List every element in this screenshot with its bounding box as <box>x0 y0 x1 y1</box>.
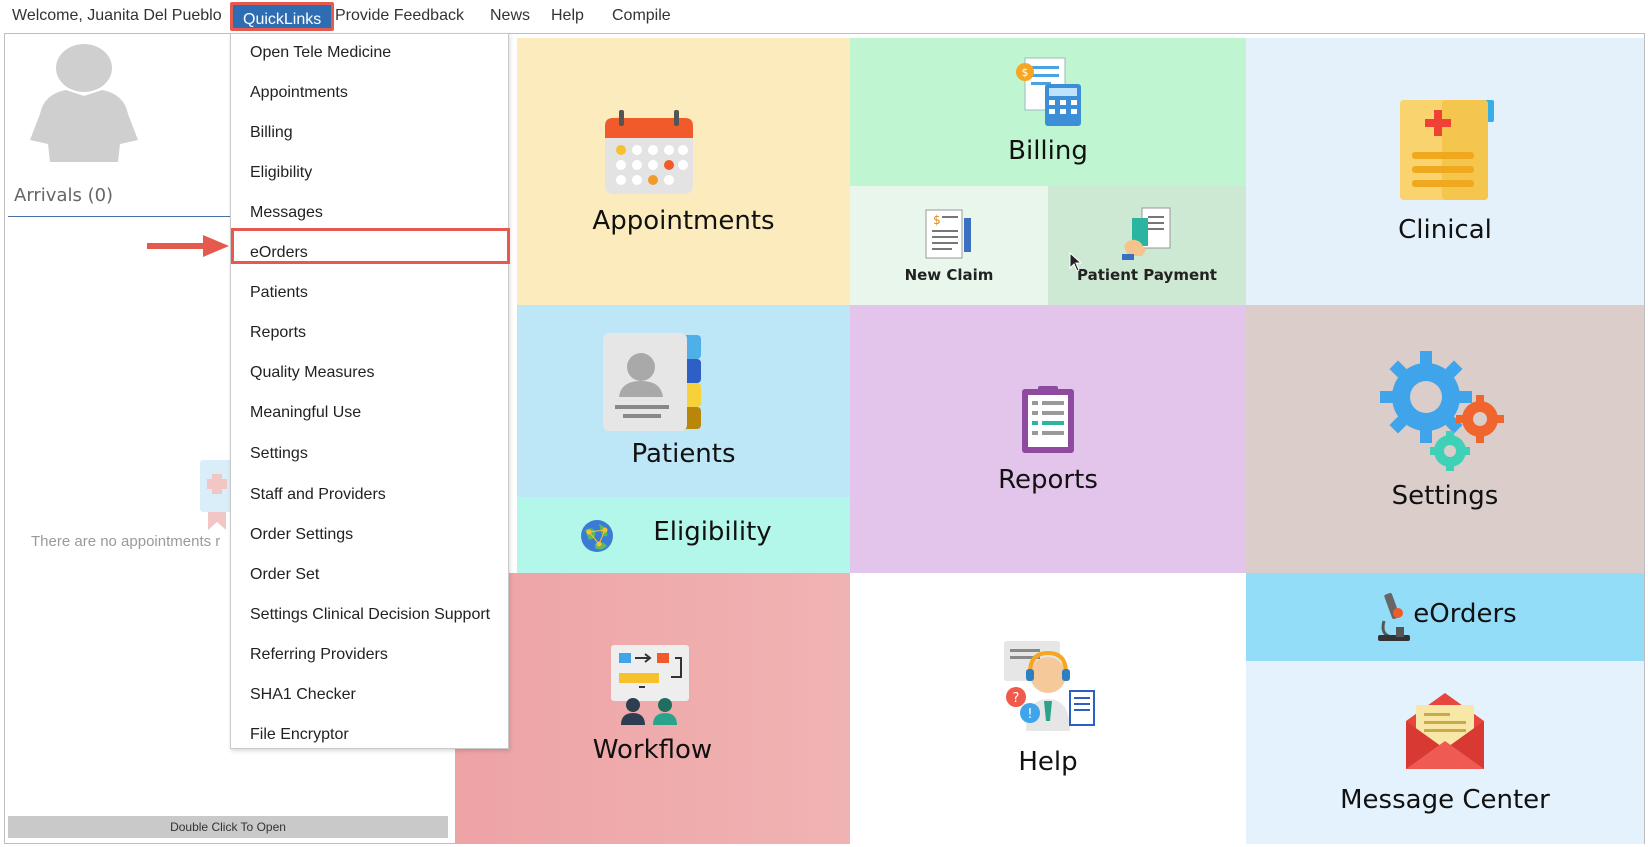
appointments-tile[interactable]: Appointments <box>517 38 850 305</box>
billing-calculator-icon: $ <box>1016 57 1081 126</box>
message-center-label: Message Center <box>1340 785 1550 815</box>
reports-clipboard-icon <box>1022 386 1074 453</box>
quicklinks-dropdown: Open Tele Medicine Appointments Billing … <box>230 33 509 749</box>
billing-tile[interactable]: $ Billing <box>850 38 1246 186</box>
top-menu-bar: Welcome, Juanita Del Pueblo QuickLinks P… <box>0 0 1648 32</box>
patient-payment-tile[interactable]: Patient Payment <box>1048 186 1246 305</box>
menu-item-reports[interactable]: Reports <box>250 318 306 348</box>
svg-text:$: $ <box>933 213 941 227</box>
workflow-label: Workflow <box>592 735 713 765</box>
compile-link[interactable]: Compile <box>612 0 671 32</box>
user-avatar-icon <box>30 44 138 162</box>
help-support-agent-icon: ? ! <box>1004 641 1095 731</box>
settings-tile[interactable]: Settings <box>1246 305 1644 573</box>
eorders-label: eOrders <box>1413 599 1517 629</box>
help-tile[interactable]: ? ! Help <box>850 573 1246 844</box>
patient-payment-icon <box>1122 207 1171 260</box>
svg-text:$: $ <box>1022 66 1029 79</box>
new-claim-document-icon: $ <box>925 209 971 259</box>
message-center-envelope-icon <box>1406 693 1484 769</box>
menu-item-open-tele-medicine[interactable]: Open Tele Medicine <box>250 38 391 68</box>
appointments-label: Appointments <box>592 206 775 236</box>
news-link[interactable]: News <box>490 0 530 32</box>
menu-item-quality-measures[interactable]: Quality Measures <box>250 358 375 388</box>
quicklinks-menu[interactable]: QuickLinks <box>230 2 335 31</box>
patients-tile[interactable]: Patients <box>517 305 850 497</box>
eligibility-label: Eligibility <box>653 517 772 547</box>
menu-item-patients[interactable]: Patients <box>250 278 308 308</box>
eorders-tile[interactable]: eOrders <box>1246 573 1644 661</box>
menu-item-sha1-checker[interactable]: SHA1 Checker <box>250 680 356 710</box>
patients-label: Patients <box>631 439 736 469</box>
arrivals-divider <box>8 216 234 217</box>
menu-item-order-set[interactable]: Order Set <box>250 560 319 590</box>
settings-label: Settings <box>1391 481 1499 511</box>
provide-feedback-link[interactable]: Provide Feedback <box>335 0 464 32</box>
svg-text:!: ! <box>1027 707 1032 722</box>
arrivals-header[interactable]: Arrivals (0) <box>14 185 113 206</box>
empty-appointments-icon <box>200 460 234 530</box>
menu-item-order-settings[interactable]: Order Settings <box>250 520 353 550</box>
menu-item-messages[interactable]: Messages <box>250 198 323 228</box>
menu-item-meaningful-use[interactable]: Meaningful Use <box>250 398 361 428</box>
patients-contact-book-icon <box>603 333 701 431</box>
new-claim-label: New Claim <box>904 266 994 284</box>
clinical-label: Clinical <box>1398 215 1492 245</box>
menu-item-appointments[interactable]: Appointments <box>250 78 348 108</box>
help-label: Help <box>1018 747 1078 777</box>
eligibility-tile[interactable]: Eligibility <box>517 497 850 573</box>
message-center-tile[interactable]: Message Center <box>1246 661 1644 844</box>
menu-item-referring-providers[interactable]: Referring Providers <box>250 640 388 670</box>
workflow-tile[interactable]: Workflow <box>455 573 850 844</box>
menu-item-staff-and-providers[interactable]: Staff and Providers <box>250 480 386 510</box>
menu-item-settings-clinical-decision-support[interactable]: Settings Clinical Decision Support <box>250 600 490 630</box>
billing-label: Billing <box>1008 136 1088 166</box>
menu-item-eligibility[interactable]: Eligibility <box>250 158 312 188</box>
double-click-open-bar[interactable]: Double Click To Open <box>8 816 448 838</box>
reports-label: Reports <box>998 465 1098 495</box>
welcome-text: Welcome, Juanita Del Pueblo <box>12 7 222 24</box>
reports-tile[interactable]: Reports <box>850 305 1246 573</box>
mouse-cursor-icon <box>1069 252 1083 272</box>
no-appointments-message: There are no appointments r <box>31 533 221 550</box>
clinical-tile[interactable]: Clinical <box>1246 38 1644 305</box>
menu-item-file-encryptor[interactable]: File Encryptor <box>250 720 349 750</box>
menu-item-eorders[interactable]: eOrders <box>250 238 308 268</box>
menu-item-billing[interactable]: Billing <box>250 118 293 148</box>
calendar-icon <box>605 110 693 194</box>
svg-text:?: ? <box>1013 691 1020 706</box>
help-link[interactable]: Help <box>551 0 584 32</box>
pointer-arrow-icon <box>147 235 229 257</box>
clinical-chart-icon <box>1400 100 1494 200</box>
new-claim-tile[interactable]: $ New Claim <box>850 186 1048 305</box>
menu-item-settings[interactable]: Settings <box>250 439 308 469</box>
settings-gears-icon <box>1380 351 1504 471</box>
workflow-board-icon <box>611 645 689 725</box>
